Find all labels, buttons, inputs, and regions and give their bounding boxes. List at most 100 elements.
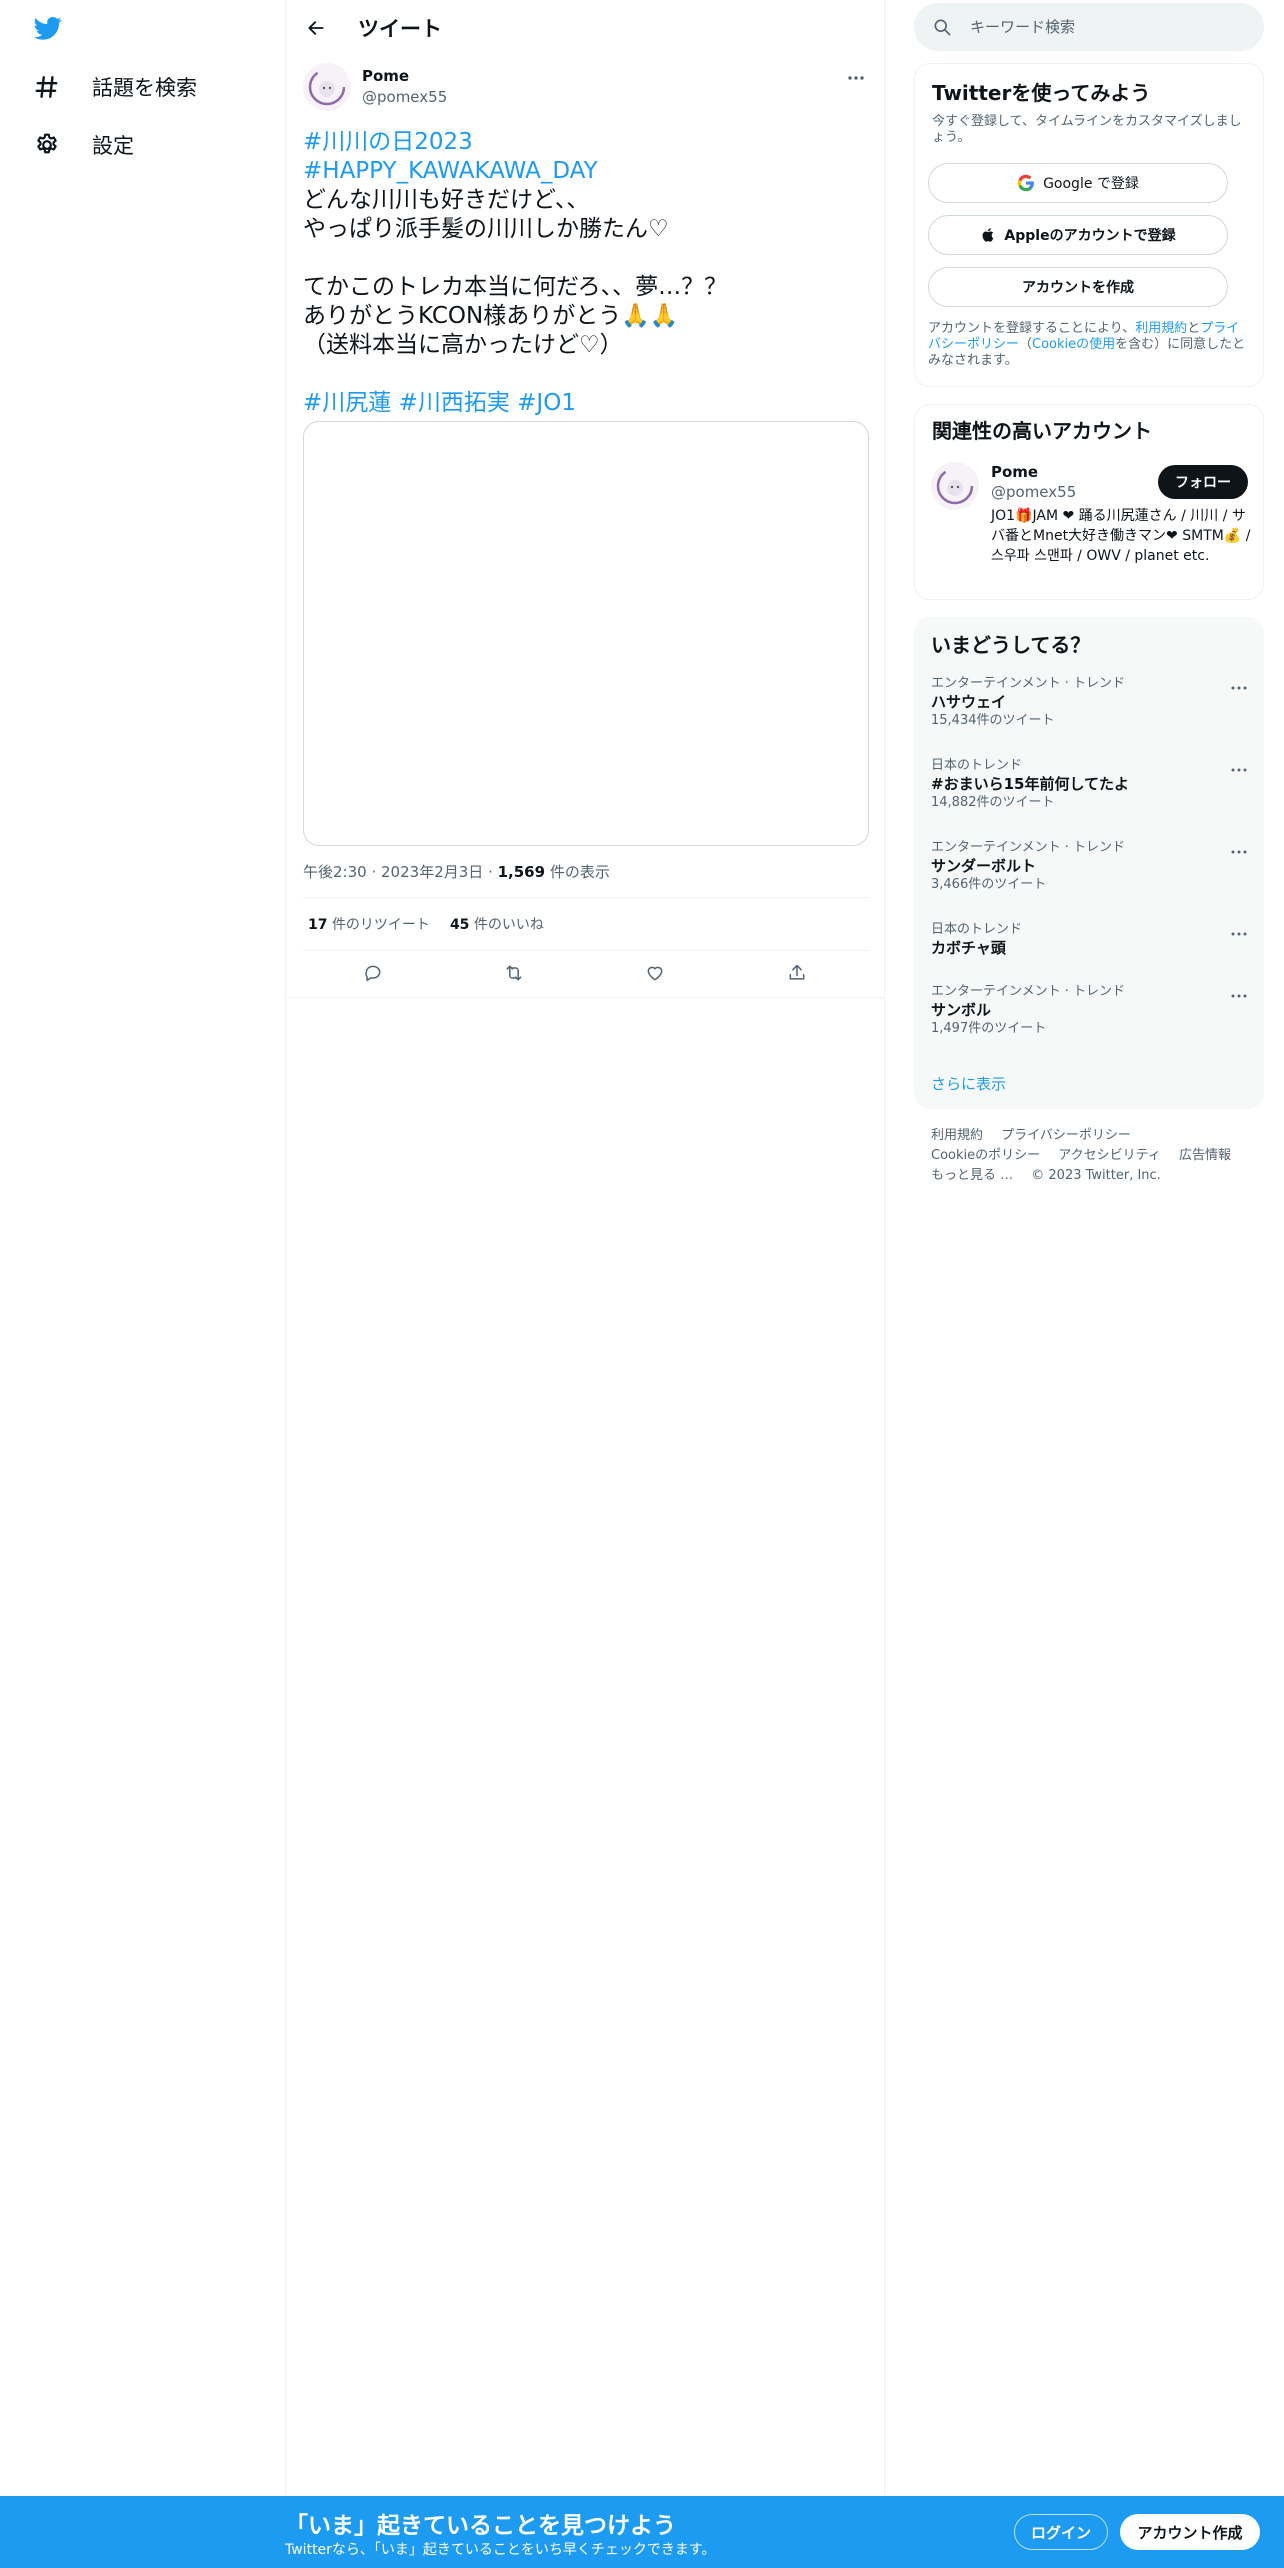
tweet-hashtag-line[interactable]: #川尻蓮 #川西拓実 #JO1 <box>303 389 863 418</box>
trend-category: 日本のトレンド <box>931 758 1023 773</box>
trend-item[interactable]: エンターテインメント · トレンド サンボル 1,497件のツイート <box>931 984 1251 1037</box>
author-name[interactable]: Pome <box>362 67 409 85</box>
trend-more-button[interactable] <box>1227 924 1251 944</box>
tweet-text-line <box>303 244 863 273</box>
trend-name: #おまいら15年前何してたよ <box>931 775 1129 793</box>
tweet-text-line: やっぱり派手髪の川川しか勝たん♡ <box>303 216 669 242</box>
trend-category: エンターテインメント · トレンド <box>931 984 1126 999</box>
signup-card: Twitterを使ってみよう 今すぐ登録して、タイムラインをカスタマイズしましょ… <box>914 63 1264 387</box>
related-handle[interactable]: @pomex55 <box>991 483 1076 501</box>
google-icon <box>1017 174 1034 192</box>
twitter-bird-icon[interactable] <box>31 14 65 42</box>
create-account-button[interactable]: アカウントを作成 <box>928 267 1228 307</box>
trend-more-button[interactable] <box>1227 678 1251 698</box>
signup-card-subtitle: 今すぐ登録して、タイムラインをカスタマイズしましょう。 <box>932 114 1242 145</box>
gear-icon <box>30 128 64 162</box>
footer-link[interactable]: アクセシビリティ <box>1058 1148 1161 1163</box>
tweet-date[interactable]: 2023年2月3日 <box>381 863 483 881</box>
share-button[interactable] <box>782 958 812 988</box>
footer-link[interactable]: 広告情報 <box>1179 1148 1231 1163</box>
google-signup-button[interactable]: Google で登録 <box>928 163 1228 203</box>
trend-item[interactable]: エンターテインメント · トレンド サンダーボルト 3,466件のツイート <box>931 840 1251 893</box>
legal-open: （ <box>1019 337 1033 352</box>
footer-link[interactable]: もっと見る … <box>931 1168 1013 1183</box>
tweet-text-line: てかこのトレカ本当に何だろ、、夢…？？ <box>303 274 728 300</box>
separator-dot: · <box>488 863 498 881</box>
top-bar: ツイート <box>286 0 884 53</box>
like-button[interactable] <box>640 958 670 988</box>
ellipsis-icon <box>1231 850 1247 854</box>
related-bio: JO1🎁JAM ❤ 踊る川尻蓮さん / 川川 / サバ番とMnet大好き働きマン… <box>991 508 1251 564</box>
create-account-label: アカウントを作成 <box>1022 280 1134 296</box>
hashtag-icon <box>30 70 64 104</box>
footer-link[interactable]: プライバシーポリシー <box>1001 1128 1131 1143</box>
cookie-link[interactable]: Cookieの使用 <box>1032 337 1115 352</box>
signup-button[interactable]: アカウント作成 <box>1120 2514 1260 2550</box>
terms-link[interactable]: 利用規約 <box>1135 321 1187 336</box>
author-handle[interactable]: @pomex55 <box>362 88 447 106</box>
views-count: 1,569 <box>497 863 546 881</box>
divider <box>286 997 884 998</box>
trend-more-button[interactable] <box>1227 986 1251 1006</box>
main-column: ツイート Pome @pomex55 #川川の日2023 #HAPPY_KAWA… <box>285 0 885 2568</box>
ellipsis-icon <box>1231 932 1247 936</box>
trend-category: エンターテインメント · トレンド <box>931 676 1126 691</box>
show-more-link[interactable]: さらに表示 <box>931 1073 1006 1094</box>
banner-title: 「いま」起きていることを見つけよう <box>285 2513 676 2539</box>
search-input[interactable] <box>970 3 1250 51</box>
retweets-stat[interactable]: 17 件のリツイート <box>308 914 430 934</box>
apple-signup-button[interactable]: Appleのアカウントで登録 <box>928 215 1228 255</box>
trend-name: ハサウェイ <box>931 693 1007 711</box>
follow-button[interactable]: フォロー <box>1158 465 1248 499</box>
search-box <box>914 3 1264 51</box>
divider <box>303 897 869 898</box>
like-icon <box>647 966 663 981</box>
tweet-hashtag-line[interactable]: #HAPPY_KAWAKAWA_DAY <box>303 157 863 186</box>
likes-label: 件のいいね <box>473 917 544 933</box>
more-button[interactable] <box>842 64 870 92</box>
related-avatar[interactable] <box>931 462 979 510</box>
trend-name: サンボル <box>931 1001 992 1019</box>
google-signup-label: Google で登録 <box>1043 176 1139 192</box>
trend-item[interactable]: 日本のトレンド #おまいら15年前何してたよ 14,882件のツイート <box>931 758 1251 811</box>
arrow-left-icon <box>308 21 324 35</box>
reply-button[interactable] <box>358 958 388 988</box>
trend-more-button[interactable] <box>1227 760 1251 780</box>
trend-more-button[interactable] <box>1227 842 1251 862</box>
retweet-icon <box>506 965 522 981</box>
signup-banner: 「いま」起きていることを見つけよう Twitterなら、「いま」起きていることを… <box>0 2496 1284 2568</box>
tweet-hashtag-line[interactable]: #川川の日2023 <box>303 128 863 157</box>
nav-settings[interactable]: 設定 <box>30 121 134 169</box>
login-button[interactable]: ログイン <box>1014 2514 1108 2550</box>
tweet-text-line: どんな川川も好きだけど、、 <box>303 187 590 213</box>
retweet-button[interactable] <box>499 958 529 988</box>
legal-prefix: アカウントを登録することにより、 <box>928 321 1136 336</box>
tweet-media[interactable] <box>303 421 869 846</box>
related-name[interactable]: Pome <box>991 463 1038 481</box>
tweet-text: #川川の日2023 #HAPPY_KAWAKAWA_DAY どんな川川も好きだけ… <box>303 128 863 418</box>
trend-count: 15,434件のツイート <box>931 713 1055 728</box>
nav-explore[interactable]: 話題を検索 <box>30 63 197 111</box>
footer-link[interactable]: Cookieのポリシー <box>931 1148 1040 1163</box>
nav-settings-label: 設定 <box>92 134 134 158</box>
likes-stat[interactable]: 45 件のいいね <box>450 914 544 934</box>
views-label: 件の表示 <box>549 863 610 881</box>
back-button[interactable] <box>300 12 332 44</box>
trend-item[interactable]: エンターテインメント · トレンド ハサウェイ 15,434件のツイート <box>931 676 1251 729</box>
trend-item[interactable]: 日本のトレンド カボチャ頭 <box>931 922 1251 958</box>
left-sidebar: 話題を検索 設定 <box>0 0 285 2568</box>
apple-signup-label: Appleのアカウントで登録 <box>1004 228 1176 244</box>
trend-name: サンダーボルト <box>931 857 1037 875</box>
ellipsis-icon <box>1231 686 1247 690</box>
footer-links: 利用規約 プライバシーポリシー Cookieのポリシー アクセシビリティ 広告情… <box>931 1126 1251 1186</box>
ellipsis-icon <box>848 76 864 80</box>
trend-count: 1,497件のツイート <box>931 1021 1047 1036</box>
signup-card-title: Twitterを使ってみよう <box>932 81 1151 105</box>
legal-and: と <box>1187 321 1201 336</box>
retweets-count: 17 <box>308 917 328 933</box>
footer-link[interactable]: 利用規約 <box>931 1128 983 1143</box>
tweet-time[interactable]: 午後2:30 <box>303 863 367 881</box>
divider <box>303 950 869 951</box>
banner-subtitle: Twitterなら、「いま」起きていることをいち早くチェックできます。 <box>285 2542 716 2558</box>
author-avatar[interactable] <box>303 63 351 111</box>
